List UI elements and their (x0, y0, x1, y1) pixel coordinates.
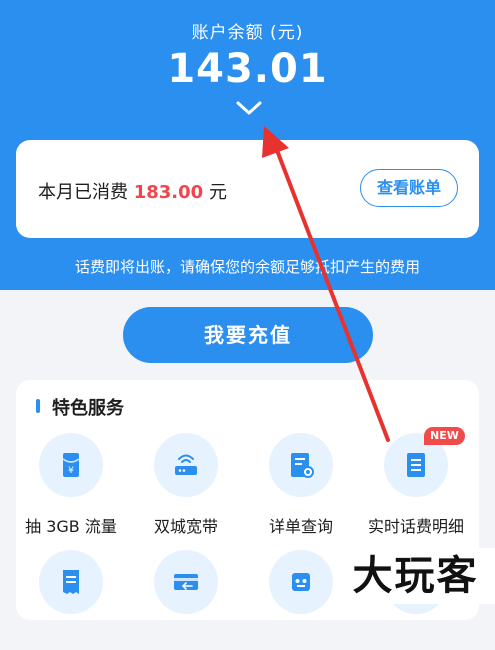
spent-amount: 183.00 (133, 182, 204, 203)
service-icon-circle (269, 550, 333, 614)
spent-suffix: 元 (208, 182, 227, 203)
service-realtime-charges[interactable]: NEW 实时话费明细 (361, 427, 471, 536)
new-badge: NEW (424, 427, 465, 445)
spent-prefix: 本月已消费 (38, 182, 128, 203)
svg-text:¥: ¥ (68, 466, 74, 476)
service-icon-circle (154, 550, 218, 614)
monthly-spent-text: 本月已消费 183.00 元 (38, 178, 227, 204)
view-bill-button[interactable]: 查看账单 (360, 169, 458, 207)
service-draw-data[interactable]: ¥ 抽 3GB 流量 (16, 433, 126, 536)
topup-button[interactable]: 我要充值 (123, 307, 373, 363)
monthly-bill-card: 本月已消费 183.00 元 查看账单 (16, 140, 479, 238)
service-label: 详单查询 (268, 517, 333, 536)
balance-value: 143.01 (167, 46, 328, 92)
service-dual-city-broadband[interactable]: 双城宽带 (131, 433, 241, 536)
service-label: 实时话费明细 (367, 517, 464, 536)
balance-header: 账户余额 (元) 143.01 本月已消费 183.00 元 查看账单 话费即将… (0, 0, 495, 290)
service-label: 双城宽带 (153, 517, 218, 536)
card-payment-icon (174, 574, 198, 590)
service-icon-circle (154, 433, 218, 497)
service-item[interactable] (131, 550, 241, 650)
clipboard-list-icon (407, 453, 425, 477)
receipt-icon (63, 570, 79, 594)
router-icon (175, 454, 197, 475)
document-search-icon (291, 453, 314, 478)
service-detail-query[interactable]: 详单查询 (246, 433, 356, 536)
chevron-down-icon[interactable] (236, 100, 262, 116)
section-accent-bar (36, 399, 40, 413)
billing-notice: 话费即将出账，请确保您的余额足够抵扣产生的费用 (74, 258, 420, 276)
service-icon-circle (269, 433, 333, 497)
red-envelope-icon: ¥ (62, 453, 80, 477)
robot-icon (292, 573, 310, 591)
service-icon-circle: ¥ (39, 433, 103, 497)
service-icon-circle (39, 550, 103, 614)
services-title: 特色服务 (52, 398, 124, 419)
service-label: 抽 3GB 流量 (25, 517, 117, 536)
service-item[interactable] (16, 550, 126, 650)
balance-label: 账户余额 (元) (191, 23, 304, 43)
watermark-text: 大玩客 (336, 548, 495, 604)
